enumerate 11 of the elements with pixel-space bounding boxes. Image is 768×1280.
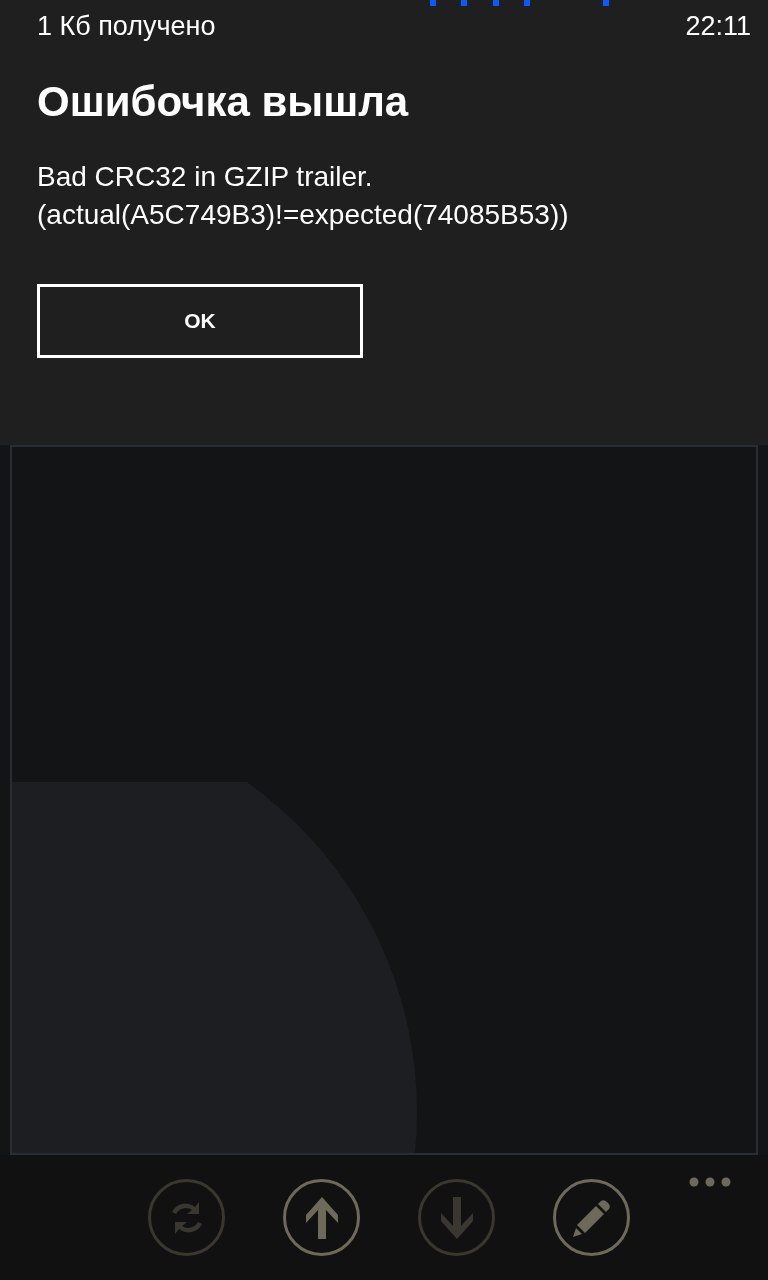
- up-arrow-icon: [305, 1196, 338, 1239]
- more-icon[interactable]: [689, 1177, 731, 1187]
- pencil-icon: [572, 1198, 611, 1237]
- clock: 22:11: [685, 9, 751, 43]
- dialog-message: Bad CRC32 in GZIP trailer. (actual(A5C749B3)!=expected(74085B53)): [37, 160, 570, 232]
- upload-button[interactable]: [283, 1179, 360, 1256]
- dialog-title: Ошибочка вышла: [37, 77, 410, 127]
- status-text: 1 Кб получено: [37, 9, 216, 43]
- edit-button[interactable]: [553, 1179, 630, 1256]
- down-arrow-icon: [440, 1196, 473, 1239]
- ok-button[interactable]: OK: [37, 284, 363, 358]
